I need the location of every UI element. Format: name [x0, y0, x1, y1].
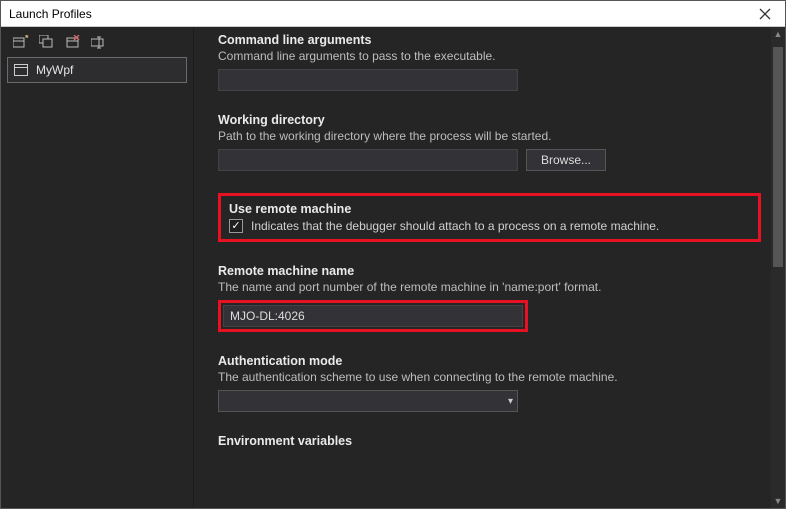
browse-button[interactable]: Browse...	[526, 149, 606, 171]
workdir-input[interactable]	[218, 149, 518, 171]
sidebar: *	[1, 27, 194, 508]
new-profile-icon[interactable]: *	[13, 35, 29, 49]
workdir-desc: Path to the working directory where the …	[218, 129, 761, 143]
section-working-dir: Working directory Path to the working di…	[218, 113, 761, 171]
remote-checkbox[interactable]	[229, 219, 243, 233]
launch-profiles-dialog: Launch Profiles *	[0, 0, 786, 509]
remote-name-desc: The name and port number of the remote m…	[218, 280, 761, 294]
cmd-input[interactable]	[218, 69, 518, 91]
remote-name-title: Remote machine name	[218, 264, 761, 278]
scroll-up-icon[interactable]: ▲	[771, 27, 785, 41]
auth-select[interactable]: ▾	[218, 390, 518, 412]
window-icon	[14, 64, 28, 76]
cmd-title: Command line arguments	[218, 33, 761, 47]
close-button[interactable]	[745, 1, 785, 27]
titlebar: Launch Profiles	[1, 1, 785, 27]
remote-title: Use remote machine	[229, 202, 750, 216]
dialog-body: *	[1, 27, 785, 508]
env-title: Environment variables	[218, 434, 761, 448]
window-title: Launch Profiles	[9, 7, 92, 21]
scrollbar-thumb[interactable]	[773, 47, 783, 267]
auth-desc: The authentication scheme to use when co…	[218, 370, 761, 384]
close-icon	[759, 8, 771, 20]
profile-item[interactable]: MyWpf	[7, 57, 187, 83]
content-panel: Command line arguments Command line argu…	[194, 27, 785, 508]
svg-text:*: *	[25, 35, 29, 43]
remote-name-input[interactable]	[223, 305, 523, 327]
section-use-remote: Use remote machine Indicates that the de…	[218, 193, 761, 242]
rename-profile-icon[interactable]	[91, 35, 107, 49]
remote-checkbox-label: Indicates that the debugger should attac…	[251, 219, 659, 233]
vertical-scrollbar[interactable]: ▲ ▼	[771, 27, 785, 508]
section-command-line: Command line arguments Command line argu…	[218, 33, 761, 91]
scroll-down-icon[interactable]: ▼	[771, 494, 785, 508]
delete-profile-icon[interactable]	[65, 35, 81, 49]
cmd-desc: Command line arguments to pass to the ex…	[218, 49, 761, 63]
section-auth-mode: Authentication mode The authentication s…	[218, 354, 761, 412]
section-env-vars: Environment variables	[218, 434, 761, 448]
section-remote-name: Remote machine name The name and port nu…	[218, 264, 761, 332]
sidebar-toolbar: *	[7, 33, 187, 55]
duplicate-profile-icon[interactable]	[39, 35, 55, 49]
profile-label: MyWpf	[36, 63, 73, 77]
chevron-down-icon: ▾	[508, 396, 513, 407]
workdir-title: Working directory	[218, 113, 761, 127]
auth-title: Authentication mode	[218, 354, 761, 368]
